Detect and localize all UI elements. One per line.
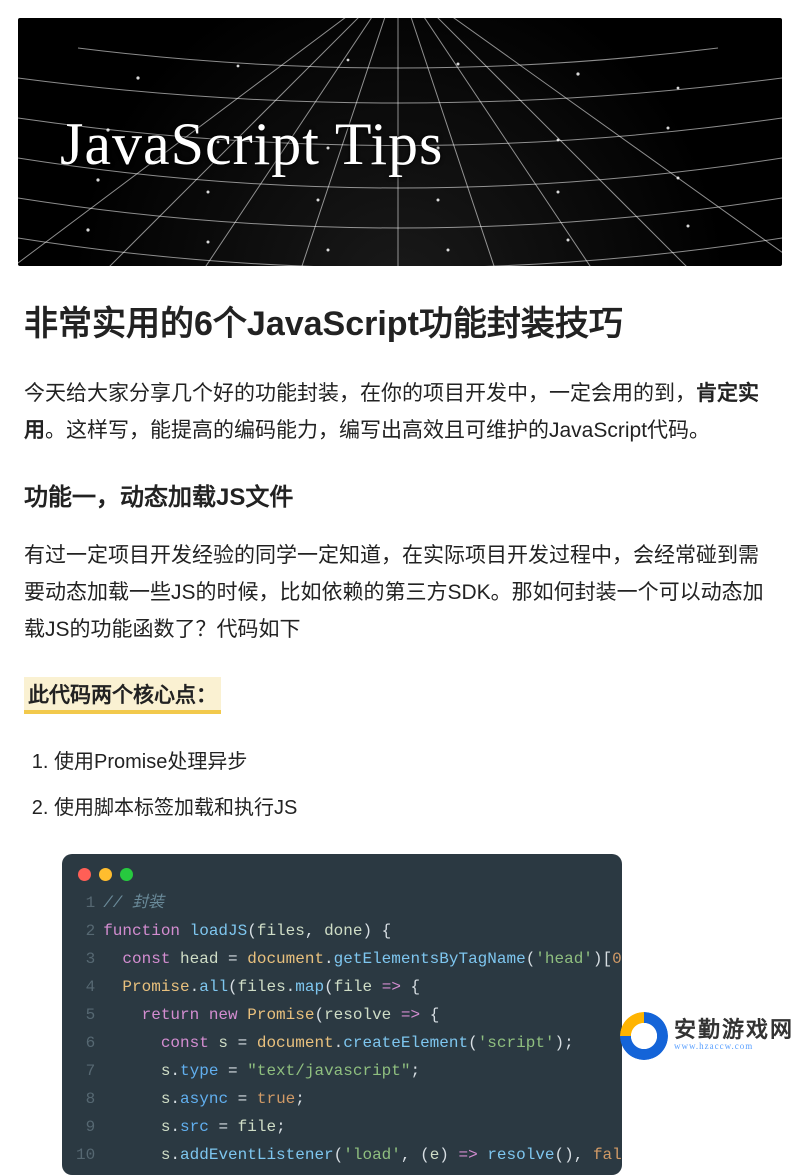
watermark-url: www.hzaccw.com (674, 1041, 794, 1053)
minimize-icon (99, 868, 112, 881)
line-numbers: 1 2 3 4 5 6 7 8 9 10 (62, 889, 103, 1169)
intro-paragraph: 今天给大家分享几个好的功能封装，在你的项目开发中，一定会用的到，肯定实用。这样写… (24, 376, 776, 450)
article-title: 非常实用的6个JavaScript功能封装技巧 (24, 302, 776, 348)
highlight-callout: 此代码两个核心点： (24, 677, 221, 714)
code-content: // 封装 function loadJS(files, done) { con… (103, 889, 622, 1169)
list-item: 使用脚本标签加载和执行JS (54, 792, 776, 824)
watermark-name: 安勤游戏网 (674, 1019, 794, 1041)
key-points-list: 使用Promise处理异步 使用脚本标签加载和执行JS (24, 746, 776, 824)
intro-text-2: 。这样写，能提高的编码能力，编写出高效且可维护的JavaScript代码。 (45, 419, 710, 442)
close-icon (78, 868, 91, 881)
hero-title: JavaScript Tips (60, 110, 443, 179)
maximize-icon (120, 868, 133, 881)
code-block: 1 2 3 4 5 6 7 8 9 10 // 封装 function load… (62, 854, 622, 1175)
intro-text-1: 今天给大家分享几个好的功能封装，在你的项目开发中，一定会用的到， (24, 382, 696, 405)
watermark-logo-icon (620, 1012, 668, 1060)
window-controls (62, 854, 622, 889)
section-1-body: 有过一定项目开发经验的同学一定知道，在实际项目开发过程中，会经常碰到需要动态加载… (24, 538, 776, 648)
hero-banner: JavaScript Tips (18, 18, 782, 266)
list-item: 使用Promise处理异步 (54, 746, 776, 778)
section-1-heading: 功能一，动态加载JS文件 (24, 477, 776, 512)
watermark: 安勤游戏网 www.hzaccw.com (620, 1012, 794, 1060)
